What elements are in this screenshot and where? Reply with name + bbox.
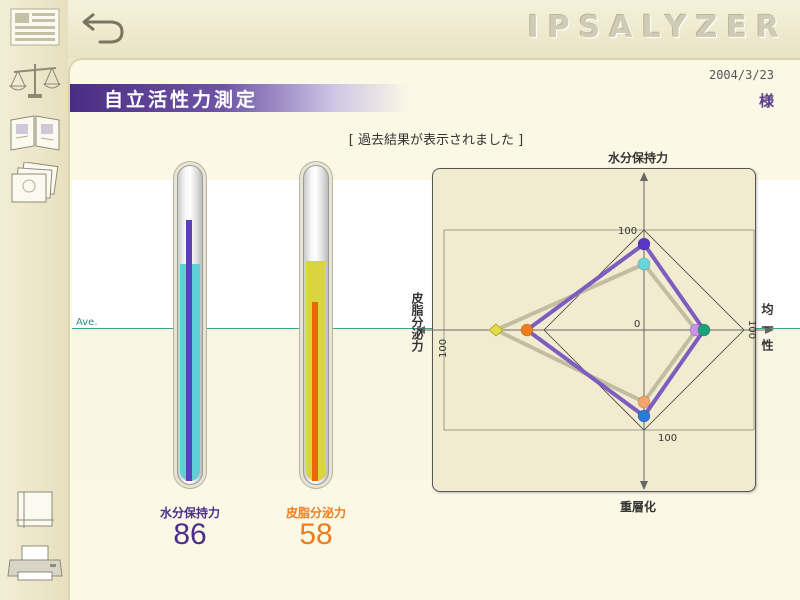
- tick-label-origin: 0: [634, 319, 640, 330]
- page-heading: 自立活性力測定: [104, 89, 259, 111]
- sidebar: [0, 0, 68, 600]
- series-1-marker-bottom: [637, 409, 651, 423]
- measurement-date: 2004/3/23: [708, 68, 774, 82]
- chart-arrow-top: [640, 172, 648, 181]
- tick-label-top-100: 100: [618, 226, 637, 237]
- axis-label-right: 均一性: [760, 303, 774, 357]
- sebum-meter-bar: [312, 302, 318, 481]
- app-title: IPSALYZER: [527, 10, 788, 45]
- axis-label-bottom: 重層化: [620, 500, 657, 514]
- sebum-meter-value: 58: [299, 518, 333, 551]
- series-1-marker-top: [637, 237, 651, 251]
- radar-chart: 100 0 100 100 100: [416, 172, 774, 490]
- series-2-marker-bottom: [637, 395, 651, 409]
- moisture-meter-value: 86: [173, 518, 207, 551]
- tick-label-right-100: 100: [746, 320, 757, 339]
- series-2-marker-top: [637, 257, 651, 271]
- series-1-marker-right: [697, 323, 711, 337]
- axis-label-left: 皮脂分泌力: [410, 292, 424, 352]
- chart-arrow-bottom: [640, 481, 648, 490]
- customer-honorific: 様: [758, 92, 774, 110]
- moisture-meter-bar: [186, 220, 192, 481]
- tick-label-bottom-100: 100: [658, 433, 677, 444]
- document-stack-icon[interactable]: [8, 162, 62, 204]
- back-arrow-icon[interactable]: [80, 6, 128, 46]
- top-bar: IPSALYZER: [68, 0, 800, 58]
- open-book-icon[interactable]: [8, 112, 62, 152]
- main-panel: Ave. 自立活性力測定 2004/3/23 様 [ 過去結果が表示されました …: [68, 58, 800, 600]
- status-message: [ 過去結果が表示されました ]: [348, 133, 524, 148]
- moisture-meter-tube: [177, 165, 203, 485]
- sebum-meter-tube: [303, 165, 329, 485]
- chart-frame-icon[interactable]: [12, 490, 56, 530]
- average-label: Ave.: [76, 317, 98, 328]
- radar-chart-frame: 100 0 100 100 100: [416, 168, 774, 492]
- balance-scale-icon[interactable]: [8, 60, 62, 100]
- tick-label-left-100: 100: [438, 339, 449, 358]
- series-1-marker-left: [520, 323, 534, 337]
- printer-icon[interactable]: [6, 544, 64, 584]
- axis-label-top: 水分保持力: [608, 151, 669, 165]
- list-view-icon[interactable]: [10, 8, 60, 46]
